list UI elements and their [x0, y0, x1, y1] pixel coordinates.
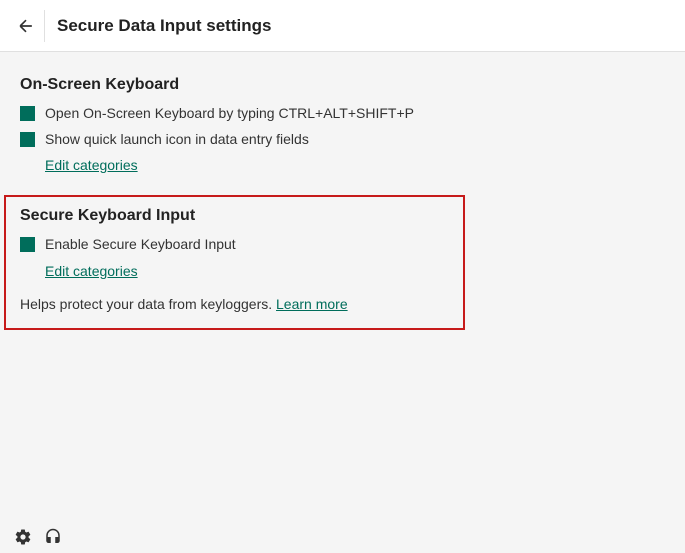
section-title-osk: On-Screen Keyboard: [20, 76, 665, 94]
learn-more-link[interactable]: Learn more: [276, 296, 348, 312]
section-title-ski: Secure Keyboard Input: [20, 207, 449, 225]
description-body: Helps protect your data from keyloggers.: [20, 296, 276, 312]
checkbox-quick-launch-icon[interactable]: Show quick launch icon in data entry fie…: [20, 130, 665, 150]
description-text: Helps protect your data from keyloggers.…: [20, 295, 449, 315]
checkbox-label: Show quick launch icon in data entry fie…: [45, 130, 309, 150]
secure-keyboard-input-section: Secure Keyboard Input Enable Secure Keyb…: [4, 195, 465, 330]
footer-bar: [0, 521, 685, 553]
checkbox-icon: [20, 132, 35, 147]
header-separator: [44, 10, 45, 42]
arrow-left-icon: [16, 16, 36, 36]
header-bar: Secure Data Input settings: [0, 0, 685, 52]
checkbox-enable-secure-keyboard[interactable]: Enable Secure Keyboard Input: [20, 235, 449, 255]
settings-button[interactable]: [14, 528, 32, 546]
page-title: Secure Data Input settings: [57, 16, 271, 36]
edit-categories-link-ski[interactable]: Edit categories: [45, 263, 138, 279]
edit-categories-link-osk[interactable]: Edit categories: [45, 157, 138, 173]
content-area: On-Screen Keyboard Open On-Screen Keyboa…: [0, 52, 685, 354]
gear-icon: [14, 528, 32, 546]
back-button[interactable]: [8, 8, 44, 44]
support-button[interactable]: [44, 528, 62, 546]
checkbox-label: Enable Secure Keyboard Input: [45, 235, 236, 255]
checkbox-open-osk-hotkey[interactable]: Open On-Screen Keyboard by typing CTRL+A…: [20, 104, 665, 124]
checkbox-icon: [20, 237, 35, 252]
headset-icon: [44, 528, 62, 546]
on-screen-keyboard-section: On-Screen Keyboard Open On-Screen Keyboa…: [20, 76, 665, 175]
checkbox-label: Open On-Screen Keyboard by typing CTRL+A…: [45, 104, 414, 124]
checkbox-icon: [20, 106, 35, 121]
